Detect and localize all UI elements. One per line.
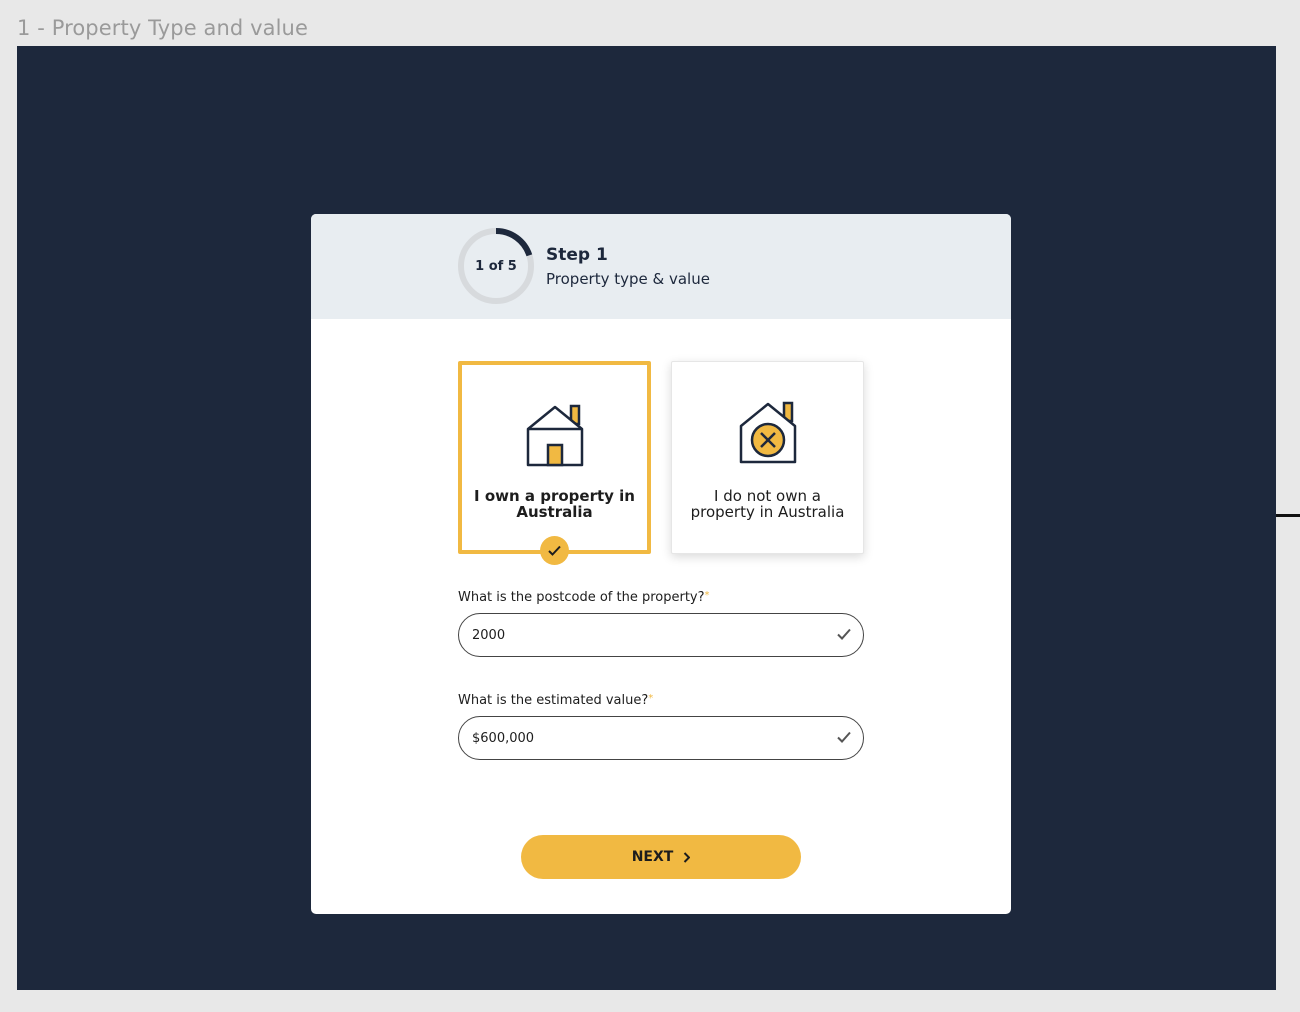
house-icon [526, 404, 583, 467]
check-icon [548, 545, 561, 556]
postcode-input[interactable] [472, 614, 812, 656]
valid-check-icon [837, 628, 851, 640]
valid-check-icon [837, 731, 851, 743]
card-header: 1 of 5 Step 1 Property type & value [311, 214, 1011, 319]
required-mark: * [704, 590, 710, 601]
option-own-property[interactable]: I own a property in Australia [458, 361, 651, 554]
estimated-value-field[interactable] [458, 716, 864, 760]
chevron-right-icon [683, 851, 691, 863]
frame-label: 1 - Property Type and value [17, 16, 308, 40]
estimated-value-label: What is the estimated value?* [458, 693, 654, 708]
edge-marker [1276, 514, 1300, 517]
canvas: 1 of 5 Step 1 Property type & value I ow… [17, 46, 1276, 990]
step-title: Step 1 [546, 245, 608, 265]
option-own-label: I own a property in Australia [474, 487, 635, 521]
next-button-label: NEXT [631, 849, 674, 865]
option-not-own-property[interactable]: I do not own a property in Australia [671, 361, 864, 554]
wizard-card: 1 of 5 Step 1 Property type & value I ow… [311, 214, 1011, 914]
postcode-field[interactable] [458, 613, 864, 657]
selected-check-badge [540, 536, 569, 565]
house-cross-icon [739, 401, 796, 464]
estimated-value-input[interactable] [472, 717, 812, 759]
progress-text: 1 of 5 [475, 258, 517, 274]
next-button[interactable]: NEXT [521, 835, 801, 879]
option-not-own-label: I do not own a property in Australia [690, 487, 845, 521]
required-mark: * [648, 693, 654, 704]
postcode-label: What is the postcode of the property?* [458, 590, 710, 605]
step-subtitle: Property type & value [546, 270, 710, 288]
